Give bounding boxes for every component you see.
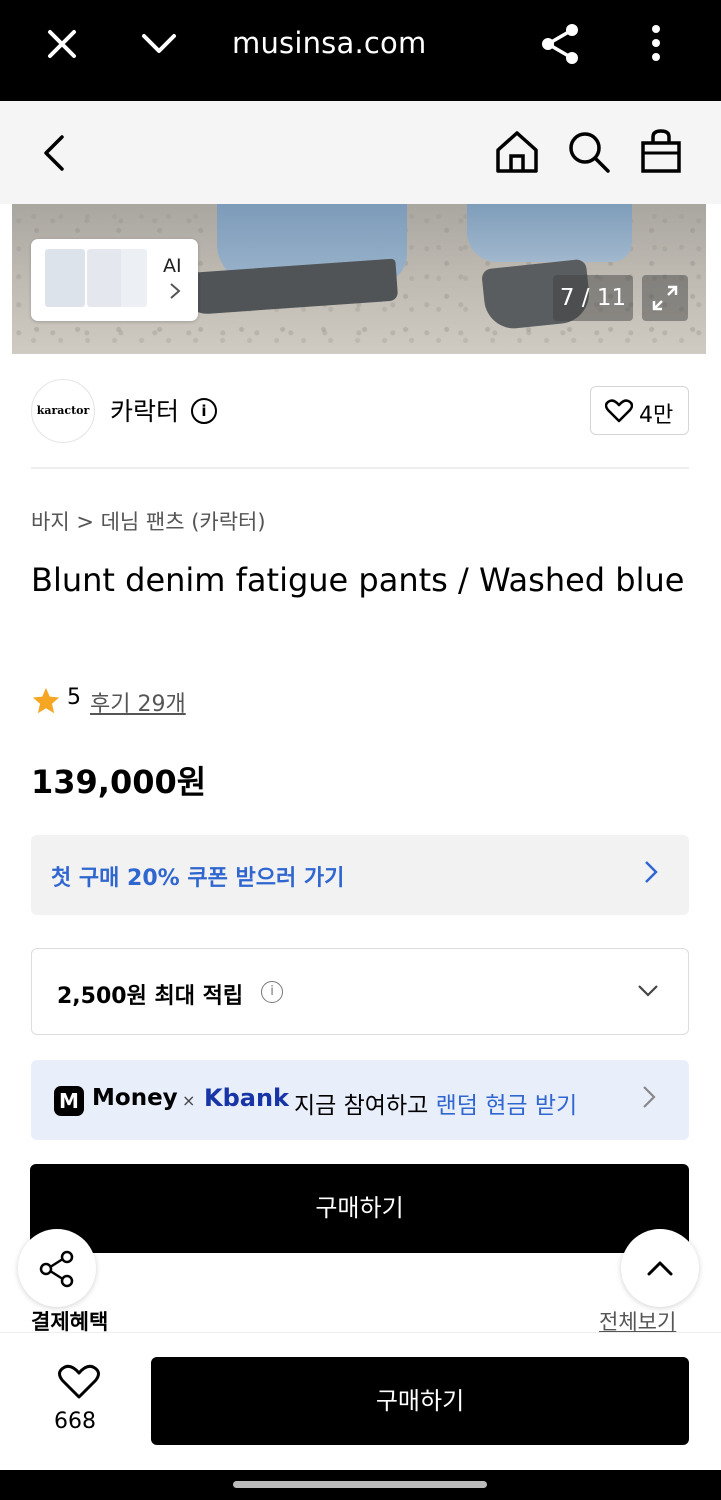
product-image[interactable]: AI 7 / 11	[12, 204, 706, 354]
banner-text: 지금 참여하고	[294, 1093, 436, 1119]
expand-icon[interactable]	[642, 275, 688, 321]
money-label: Money	[92, 1085, 178, 1111]
app-header	[0, 101, 721, 204]
share-button[interactable]	[18, 1229, 96, 1307]
chevron-right-icon	[169, 281, 181, 305]
heart-icon	[604, 399, 634, 423]
chevron-up-icon	[646, 1259, 674, 1281]
banner-highlight: 랜덤 현금 받기	[435, 1093, 578, 1119]
jeans-leg	[467, 204, 632, 262]
divider	[31, 467, 689, 469]
coupon-banner[interactable]: 첫 구매 20% 쿠폰 받으러 가기	[31, 835, 689, 915]
star-icon	[31, 686, 61, 716]
brand-like-count: 4만	[639, 403, 674, 428]
thumbnail	[121, 249, 147, 307]
times-symbol: ×	[182, 1091, 196, 1110]
product-title: Blunt denim fatigue pants / Washed blue	[31, 561, 685, 599]
thumbnail	[87, 249, 123, 307]
brand-logo[interactable]: karactor	[31, 379, 95, 443]
points-label: 2,500원 최대 적립	[57, 984, 244, 1009]
review-link[interactable]: 후기 29개	[90, 686, 186, 718]
bottom-buy-button[interactable]: 구매하기	[151, 1357, 689, 1445]
image-counter: 7 / 11	[553, 275, 633, 321]
wishlist-count: 668	[54, 1409, 96, 1434]
browser-url[interactable]: musinsa.com	[232, 26, 426, 60]
more-vert-icon[interactable]	[646, 24, 666, 64]
chevron-down-icon[interactable]	[140, 30, 178, 58]
banner-copy: 지금 참여하고 랜덤 현금 받기	[294, 1086, 577, 1120]
browser-toolbar: musinsa.com	[0, 0, 721, 101]
chevron-right-icon	[641, 1084, 657, 1116]
ai-label: AI	[163, 255, 182, 277]
share-icon	[38, 1250, 76, 1292]
points-dropdown[interactable]: 2,500원 최대 적립 i	[31, 948, 689, 1035]
breadcrumb[interactable]: 바지 > 데님 팬츠 (카락터)	[31, 506, 266, 536]
info-icon[interactable]: i	[191, 398, 217, 424]
kbank-label: Kbank	[204, 1084, 290, 1112]
product-price: 139,000원	[31, 763, 207, 801]
search-icon[interactable]	[567, 130, 611, 174]
rating-value: 5	[67, 685, 81, 710]
coupon-label: 첫 구매 20% 쿠폰 받으러 가기	[51, 866, 345, 891]
chevron-right-icon	[643, 859, 659, 891]
money-logo: M	[54, 1086, 84, 1116]
back-icon[interactable]	[40, 133, 68, 173]
scroll-top-button[interactable]	[621, 1229, 699, 1307]
heart-icon	[58, 1364, 100, 1404]
chevron-down-icon	[637, 983, 659, 999]
share-icon[interactable]	[540, 22, 582, 66]
brand-name[interactable]: 카락터	[110, 392, 179, 428]
info-icon[interactable]: i	[261, 981, 283, 1003]
shopping-bag-icon[interactable]	[640, 128, 682, 174]
kbank-money-banner[interactable]: M Money × Kbank 지금 참여하고 랜덤 현금 받기	[31, 1060, 689, 1140]
close-icon[interactable]	[44, 26, 80, 62]
buy-button[interactable]: 구매하기	[30, 1164, 689, 1253]
home-gesture-pill[interactable]	[233, 1481, 487, 1488]
home-icon[interactable]	[494, 130, 540, 174]
ai-styling-button[interactable]: AI	[31, 239, 198, 321]
thumbnail	[45, 249, 85, 307]
